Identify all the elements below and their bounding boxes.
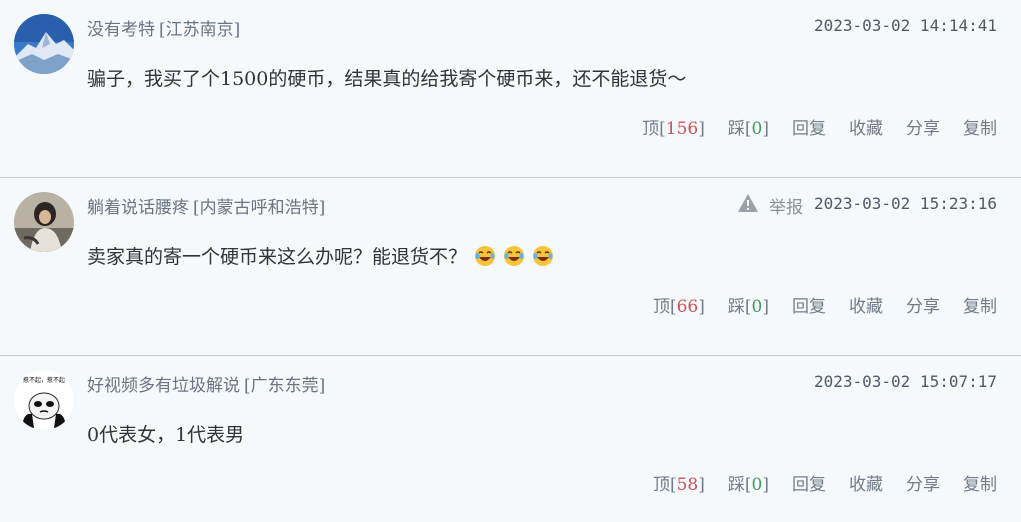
- comment-item: 没有考特 [江苏南京] 2023-03-02 14:14:41 骗子，我买了个15…: [0, 0, 1021, 178]
- downvote-button[interactable]: 踩[0]: [728, 292, 769, 317]
- upvote-label: 顶: [642, 119, 660, 139]
- reply-button[interactable]: 回复: [792, 292, 826, 317]
- comment-text: 骗子，我买了个1500的硬币，结果真的给我寄个硬币来，还不能退货～: [87, 64, 686, 91]
- reply-button[interactable]: 回复: [792, 114, 826, 139]
- comment-list: 没有考特 [江苏南京] 2023-03-02 14:14:41 骗子，我买了个15…: [0, 0, 1021, 522]
- avatar-meme-text: 惹不起，惹不起: [23, 376, 65, 384]
- comment-author[interactable]: 好视频多有垃圾解说 [广东东莞]: [87, 371, 325, 396]
- author-name[interactable]: 好视频多有垃圾解说: [87, 376, 240, 396]
- comment-actions: 顶[58] 踩[0] 回复 收藏 分享 复制: [653, 470, 997, 495]
- mountain-avatar-icon[interactable]: [14, 14, 74, 74]
- upvote-button[interactable]: 顶[58]: [653, 470, 705, 495]
- downvote-label: 踩: [727, 119, 745, 139]
- share-button[interactable]: 分享: [906, 470, 940, 495]
- reply-button[interactable]: 回复: [792, 470, 826, 495]
- comment-text-content: 0代表女，1代表男: [87, 424, 245, 446]
- downvote-label: 踩: [727, 475, 745, 495]
- downvote-count: 0: [751, 119, 763, 139]
- comment-time: 2023-03-02 15:23:16: [813, 194, 997, 213]
- laughing-tears-emoji-icon: [532, 245, 554, 267]
- comment-actions: 顶[66] 踩[0] 回复 收藏 分享 复制: [653, 292, 997, 317]
- downvote-label: 踩: [727, 297, 745, 317]
- downvote-button[interactable]: 踩[0]: [728, 470, 769, 495]
- comment-time: 2023-03-02 14:14:41: [813, 16, 997, 35]
- person-photo-avatar-icon[interactable]: [14, 192, 74, 252]
- author-location: [内蒙古呼和浩特]: [193, 198, 326, 218]
- comment-time: 2023-03-02 15:07:17: [813, 372, 997, 391]
- upvote-count: 66: [676, 297, 699, 317]
- favorite-button[interactable]: 收藏: [849, 292, 883, 317]
- author-name[interactable]: 没有考特: [87, 20, 155, 40]
- laughing-tears-emoji-icon: [503, 245, 525, 267]
- downvote-count: 0: [751, 475, 763, 495]
- favorite-button[interactable]: 收藏: [849, 470, 883, 495]
- downvote-button[interactable]: 踩[0]: [728, 114, 769, 139]
- comment-item: 惹不起，惹不起 好视频多有垃圾解说 [广东东莞] 2023-03-02 15:07…: [0, 356, 1021, 522]
- comment-actions: 顶[156] 踩[0] 回复 收藏 分享 复制: [642, 114, 997, 139]
- favorite-button[interactable]: 收藏: [849, 114, 883, 139]
- upvote-button[interactable]: 顶[66]: [653, 292, 705, 317]
- author-location: [广东东莞]: [244, 376, 326, 396]
- upvote-count: 58: [676, 475, 699, 495]
- comment-text: 卖家真的寄一个硬币来这么办呢？能退货不？: [87, 242, 554, 269]
- upvote-label: 顶: [652, 297, 670, 317]
- copy-button[interactable]: 复制: [963, 114, 997, 139]
- report-button[interactable]: 举报: [737, 193, 803, 218]
- copy-button[interactable]: 复制: [963, 292, 997, 317]
- panda-meme-avatar-icon[interactable]: 惹不起，惹不起: [14, 370, 74, 430]
- report-label: 举报: [769, 198, 803, 218]
- comment-text-content: 骗子，我买了个1500的硬币，结果真的给我寄个硬币来，还不能退货～: [87, 68, 687, 90]
- comment-text-content: 卖家真的寄一个硬币来这么办呢？能退货不？: [87, 246, 468, 268]
- share-button[interactable]: 分享: [906, 292, 940, 317]
- author-location: [江苏南京]: [159, 20, 241, 40]
- comment-author[interactable]: 没有考特 [江苏南京]: [87, 15, 240, 40]
- comment-item: 躺着说话腰疼 [内蒙古呼和浩特] 举报 2023-03-02 15:23:16 卖…: [0, 178, 1021, 356]
- copy-button[interactable]: 复制: [963, 470, 997, 495]
- share-button[interactable]: 分享: [906, 114, 940, 139]
- comment-text: 0代表女，1代表男: [87, 420, 244, 447]
- comment-author[interactable]: 躺着说话腰疼 [内蒙古呼和浩特]: [87, 193, 325, 218]
- upvote-label: 顶: [652, 475, 670, 495]
- upvote-count: 156: [665, 119, 699, 139]
- upvote-button[interactable]: 顶[156]: [642, 114, 705, 139]
- author-name[interactable]: 躺着说话腰疼: [87, 198, 189, 218]
- warning-icon: [737, 193, 759, 218]
- laughing-tears-emoji-icon: [474, 245, 496, 267]
- downvote-count: 0: [751, 297, 763, 317]
